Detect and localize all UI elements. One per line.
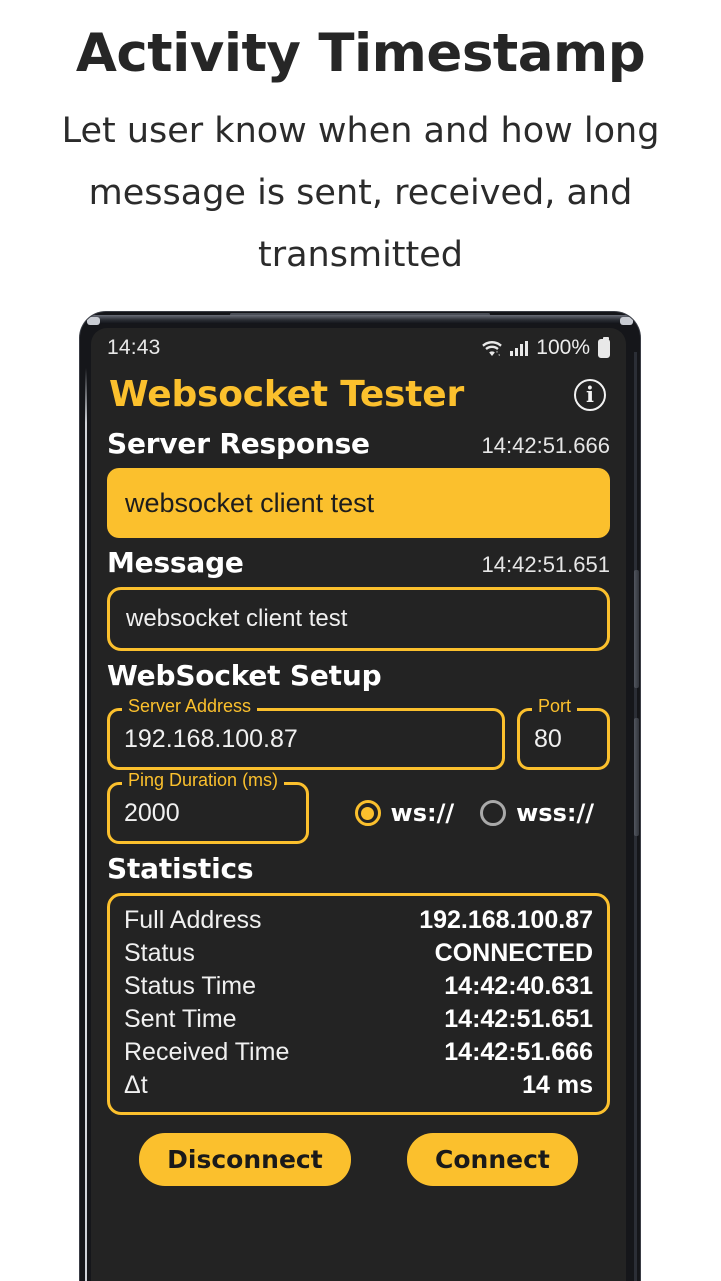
ping-duration-value: 2000 — [124, 798, 180, 827]
status-bar-indicators: 100% — [480, 336, 610, 360]
statistics-box: Full Address 192.168.100.87 Status CONNE… — [107, 893, 610, 1115]
message-value: websocket client test — [126, 605, 348, 632]
table-row: Status Time 14:42:40.631 — [124, 970, 593, 1003]
promo-header: Activity Timestamp Let user know when an… — [0, 0, 721, 287]
statistics-label: Statistics — [107, 852, 254, 885]
stat-value: 14 ms — [522, 1071, 593, 1099]
wifi-icon — [482, 341, 503, 357]
frame-top-edge — [86, 315, 634, 324]
status-bar: 14:43 100% — [91, 328, 626, 368]
frame-corner-right — [620, 317, 633, 325]
port-value: 80 — [534, 724, 562, 753]
stat-key: Received Time — [124, 1038, 290, 1066]
battery-full-icon — [598, 336, 610, 358]
stat-value: 14:42:51.666 — [444, 1038, 593, 1066]
server-response-label: Server Response — [107, 427, 370, 460]
status-bar-clock: 14:43 — [107, 336, 161, 359]
action-button-row: Disconnect Connect — [107, 1133, 610, 1186]
message-header: Message 14:42:51.651 — [107, 546, 610, 579]
app-bar: Websocket Tester i — [91, 368, 626, 419]
stat-key: Status Time — [124, 972, 256, 1000]
table-row: Full Address 192.168.100.87 — [124, 904, 593, 937]
table-row: Received Time 14:42:51.666 — [124, 1036, 593, 1069]
power-button[interactable] — [634, 718, 639, 836]
table-row: Status CONNECTED — [124, 937, 593, 970]
ping-scheme-row: Ping Duration (ms) 2000 ws:// wss:// — [107, 770, 610, 844]
stat-key: Sent Time — [124, 1005, 237, 1033]
promo-page: Activity Timestamp Let user know when an… — [0, 0, 721, 1281]
stat-key: Status — [124, 939, 195, 967]
server-response-header: Server Response 14:42:51.666 — [107, 427, 610, 460]
info-icon[interactable]: i — [574, 378, 606, 411]
websocket-setup-header: WebSocket Setup — [107, 659, 610, 692]
battery-percent-label: 100% — [536, 336, 590, 359]
message-timestamp: 14:42:51.651 — [481, 552, 610, 577]
app-title: Websocket Tester — [109, 374, 465, 415]
table-row: Δt 14 ms — [124, 1069, 593, 1102]
status-badge: CONNECTED — [434, 939, 593, 967]
phone-screen: 14:43 100% Websocket Tester i Server Res… — [91, 328, 626, 1281]
stat-value: 14:42:40.631 — [444, 972, 593, 1000]
server-address-value: 192.168.100.87 — [124, 724, 298, 753]
volume-button[interactable] — [634, 570, 639, 688]
radio-wss-label[interactable]: wss:// — [516, 799, 594, 827]
websocket-setup-label: WebSocket Setup — [107, 659, 382, 692]
server-response-timestamp: 14:42:51.666 — [481, 433, 610, 458]
screen-content: Server Response 14:42:51.666 websocket c… — [91, 427, 626, 1186]
server-response-box: websocket client test — [107, 468, 610, 538]
disconnect-button[interactable]: Disconnect — [139, 1133, 351, 1186]
table-row: Sent Time 14:42:51.651 — [124, 1003, 593, 1036]
stat-key: Δt — [124, 1071, 148, 1099]
message-label: Message — [107, 546, 244, 579]
stat-key: Full Address — [124, 906, 262, 934]
page-subtitle: Let user know when and how long message … — [61, 110, 660, 276]
stat-value: 192.168.100.87 — [419, 906, 593, 934]
server-response-value: websocket client test — [125, 487, 375, 518]
connect-button[interactable]: Connect — [407, 1133, 578, 1186]
statistics-header: Statistics — [107, 852, 610, 885]
scheme-radio-group: ws:// wss:// — [354, 799, 610, 827]
server-address-label: Server Address — [122, 697, 258, 715]
stat-value: 14:42:51.651 — [444, 1005, 593, 1033]
frame-corner-left — [87, 317, 100, 325]
radio-ws-selected-icon[interactable] — [354, 800, 381, 826]
frame-edge-highlight-left — [85, 368, 87, 1281]
cellular-signal-icon — [510, 341, 529, 356]
radio-wss-icon[interactable] — [480, 800, 507, 826]
port-label: Port — [532, 697, 578, 715]
phone-frame: 14:43 100% Websocket Tester i Server Res… — [80, 312, 640, 1281]
ping-duration-label: Ping Duration (ms) — [122, 771, 285, 789]
server-address-field[interactable]: Server Address 192.168.100.87 — [107, 697, 505, 770]
message-input[interactable]: websocket client test — [107, 587, 610, 651]
phone-mockup: 14:43 100% Websocket Tester i Server Res… — [80, 312, 640, 1281]
port-field[interactable]: Port 80 — [517, 697, 610, 770]
ping-duration-field[interactable]: Ping Duration (ms) 2000 — [107, 771, 309, 844]
address-port-row: Server Address 192.168.100.87 Port 80 — [107, 696, 610, 770]
radio-ws-label[interactable]: ws:// — [391, 799, 455, 827]
page-title: Activity Timestamp — [75, 23, 646, 84]
